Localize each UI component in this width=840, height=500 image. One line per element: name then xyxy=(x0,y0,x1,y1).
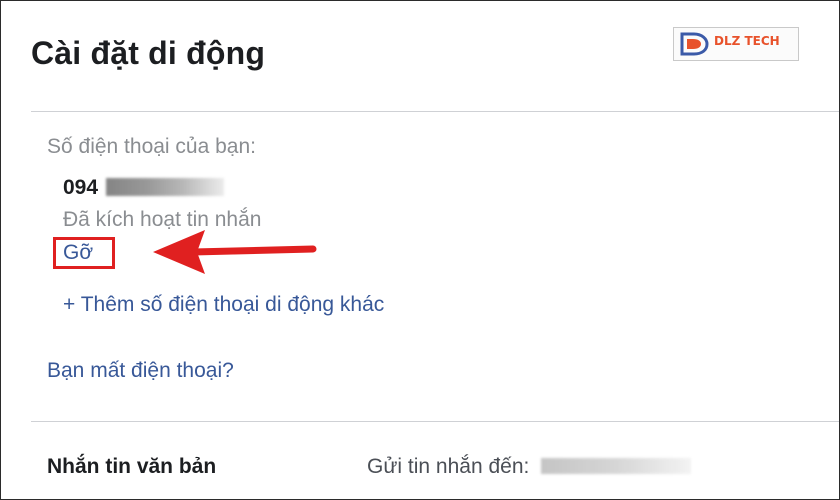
send-to-field: Gửi tin nhắn đến: xyxy=(367,455,692,479)
phone-number-redacted xyxy=(106,178,225,196)
settings-panel: Cài đặt di động DLZ TECH Số điện thoại c… xyxy=(0,0,840,500)
phones-label: Số điện thoại của bạn: xyxy=(47,135,256,158)
logo-text: DLZ TECH xyxy=(714,34,780,48)
logo-mark-icon xyxy=(680,32,709,56)
phone-number-prefix: 094 xyxy=(63,176,99,199)
lost-phone-link[interactable]: Bạn mất điện thoại? xyxy=(47,359,234,383)
phone-number: 094 xyxy=(63,176,225,200)
add-phone-link[interactable]: + Thêm số điện thoại di động khác xyxy=(63,293,384,317)
header-divider xyxy=(31,111,839,112)
brand-logo: DLZ TECH xyxy=(673,27,799,61)
send-to-label: Gửi tin nhắn đến: xyxy=(367,455,530,478)
annotation-arrow-icon xyxy=(153,230,317,274)
annotation-highlight-box xyxy=(53,237,115,269)
send-to-redacted xyxy=(541,458,692,474)
page-title: Cài đặt di động xyxy=(31,35,266,71)
section-divider xyxy=(31,421,839,422)
text-messaging-title: Nhắn tin văn bản xyxy=(47,455,217,478)
